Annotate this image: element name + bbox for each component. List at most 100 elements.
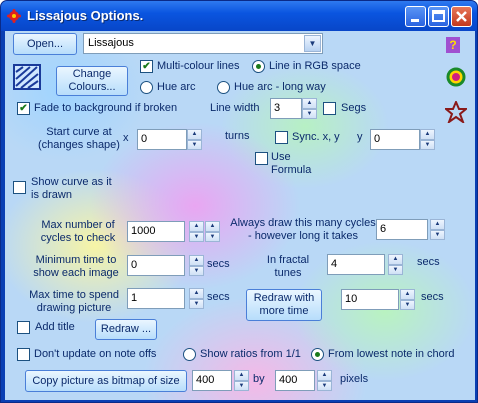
- hue-arc-radio[interactable]: [140, 81, 153, 94]
- spin-up-icon[interactable]: ▲: [205, 221, 220, 232]
- y-label: y: [357, 131, 363, 143]
- start-x-input[interactable]: 0: [137, 129, 187, 150]
- options-window: Lissajous Options. Open... Lissajous ▼ ?…: [0, 0, 478, 403]
- min-time-input[interactable]: 0: [127, 255, 185, 276]
- spin-up-icon[interactable]: ▲: [388, 254, 403, 265]
- lowest-note-label: From lowest note in chord: [328, 348, 455, 360]
- copy-bitmap-button[interactable]: Copy picture as bitmap of size: [25, 370, 187, 392]
- start-y-input[interactable]: 0: [370, 129, 420, 150]
- spin-down-icon[interactable]: ▼: [420, 139, 435, 150]
- fractal-spinner[interactable]: ▲ ▼: [388, 254, 403, 275]
- line-width-spinner[interactable]: ▲ ▼: [302, 98, 317, 119]
- more-time-input[interactable]: 10: [341, 289, 399, 310]
- spin-down-icon[interactable]: ▼: [234, 380, 249, 391]
- max-time-spinner[interactable]: ▲ ▼: [189, 288, 204, 309]
- spin-up-icon[interactable]: ▲: [234, 370, 249, 381]
- multi-colour-checkbox[interactable]: ✔: [140, 60, 153, 73]
- colour-palette-icon: [13, 64, 41, 90]
- hue-arc-long-radio[interactable]: [217, 81, 230, 94]
- max-cycles-spinner-fine[interactable]: ▲ ▼: [205, 221, 220, 242]
- redraw-button[interactable]: Redraw ...: [95, 319, 157, 340]
- spin-up-icon[interactable]: ▲: [187, 129, 202, 140]
- spin-down-icon[interactable]: ▼: [189, 298, 204, 309]
- change-colours-button[interactable]: Change Colours...: [56, 66, 128, 96]
- open-button[interactable]: Open...: [13, 33, 77, 55]
- max-cycles-label: Max number of cycles to check: [40, 219, 116, 244]
- redraw-more-time-button[interactable]: Redraw with more time: [246, 289, 322, 321]
- multi-colour-label: Multi-colour lines: [157, 60, 240, 72]
- spin-down-icon[interactable]: ▼: [205, 231, 220, 242]
- max-time-input[interactable]: 1: [127, 288, 185, 309]
- spin-down-icon[interactable]: ▼: [302, 108, 317, 119]
- segs-label: Segs: [341, 102, 367, 114]
- spin-down-icon[interactable]: ▼: [430, 229, 445, 240]
- preset-value: Lissajous: [88, 37, 134, 49]
- colour-wheel-icon[interactable]: [446, 67, 466, 87]
- spin-up-icon[interactable]: ▲: [302, 98, 317, 109]
- minimize-button[interactable]: [405, 6, 426, 27]
- bitmap-width-spinner[interactable]: ▲ ▼: [234, 370, 249, 391]
- lowest-note-radio[interactable]: [311, 348, 324, 361]
- segs-checkbox[interactable]: [323, 102, 336, 115]
- star-shape-icon[interactable]: [445, 101, 467, 123]
- spin-down-icon[interactable]: ▼: [187, 139, 202, 150]
- add-title-label: Add title: [35, 321, 75, 333]
- spin-up-icon[interactable]: ▲: [420, 129, 435, 140]
- maximize-icon: [432, 10, 445, 22]
- options-panel: Open... Lissajous ▼ ? Change Colours... …: [5, 31, 475, 400]
- spin-up-icon[interactable]: ▲: [430, 219, 445, 230]
- maximize-button[interactable]: [428, 6, 449, 27]
- fade-label: Fade to background if broken: [34, 102, 178, 114]
- secs-label: secs: [417, 256, 440, 268]
- line-rgb-label: Line in RGB space: [269, 60, 361, 72]
- preset-select[interactable]: Lissajous ▼: [83, 33, 323, 54]
- spin-down-icon[interactable]: ▼: [317, 380, 332, 391]
- max-cycles-spinner-coarse[interactable]: ▲ ▼: [189, 221, 204, 242]
- spin-down-icon[interactable]: ▼: [388, 264, 403, 275]
- chevron-down-icon[interactable]: ▼: [304, 35, 321, 52]
- secs-label: secs: [421, 291, 444, 303]
- by-label: by: [253, 373, 265, 385]
- spin-down-icon[interactable]: ▼: [189, 265, 204, 276]
- line-width-input[interactable]: 3: [270, 98, 302, 119]
- always-draw-spinner[interactable]: ▲ ▼: [430, 219, 445, 240]
- more-time-spinner[interactable]: ▲ ▼: [400, 289, 415, 310]
- spin-down-icon[interactable]: ▼: [400, 299, 415, 310]
- bitmap-height-input[interactable]: 400: [275, 370, 315, 391]
- add-title-checkbox[interactable]: [17, 321, 30, 334]
- always-draw-input[interactable]: 6: [376, 219, 428, 240]
- line-rgb-radio[interactable]: [252, 60, 265, 73]
- always-draw-label: Always draw this many cycles - however l…: [230, 217, 376, 242]
- max-cycles-input[interactable]: 1000: [127, 221, 185, 242]
- min-time-spinner[interactable]: ▲ ▼: [189, 255, 204, 276]
- hue-arc-long-label: Hue arc - long way: [234, 81, 326, 93]
- spin-up-icon[interactable]: ▲: [189, 288, 204, 299]
- start-x-spinner[interactable]: ▲ ▼: [187, 129, 202, 150]
- sync-checkbox[interactable]: [275, 131, 288, 144]
- help-icon[interactable]: ?: [446, 37, 460, 53]
- show-curve-checkbox[interactable]: [13, 181, 26, 194]
- fade-checkbox[interactable]: ✔: [17, 102, 30, 115]
- show-curve-label: Show curve as it is drawn: [31, 176, 112, 201]
- bitmap-width-input[interactable]: 400: [192, 370, 232, 391]
- start-y-spinner[interactable]: ▲ ▼: [420, 129, 435, 150]
- spin-up-icon[interactable]: ▲: [400, 289, 415, 300]
- spin-up-icon[interactable]: ▲: [189, 221, 204, 232]
- use-formula-checkbox[interactable]: [255, 152, 268, 165]
- app-flower-icon: [7, 9, 21, 23]
- close-icon: [456, 11, 467, 22]
- dont-update-checkbox[interactable]: [17, 348, 30, 361]
- ratios-radio[interactable]: [183, 348, 196, 361]
- spin-up-icon[interactable]: ▲: [317, 370, 332, 381]
- ratios-label: Show ratios from 1/1: [200, 348, 301, 360]
- hue-arc-label: Hue arc: [157, 81, 196, 93]
- bitmap-height-spinner[interactable]: ▲ ▼: [317, 370, 332, 391]
- max-time-label: Max time to spend drawing picture: [29, 289, 119, 314]
- fractal-input[interactable]: 4: [327, 254, 385, 275]
- close-button[interactable]: [451, 6, 472, 27]
- spin-down-icon[interactable]: ▼: [189, 231, 204, 242]
- use-formula-label: Use Formula: [271, 151, 312, 176]
- title-bar[interactable]: Lissajous Options.: [1, 1, 477, 31]
- pixels-label: pixels: [340, 373, 369, 385]
- spin-up-icon[interactable]: ▲: [189, 255, 204, 266]
